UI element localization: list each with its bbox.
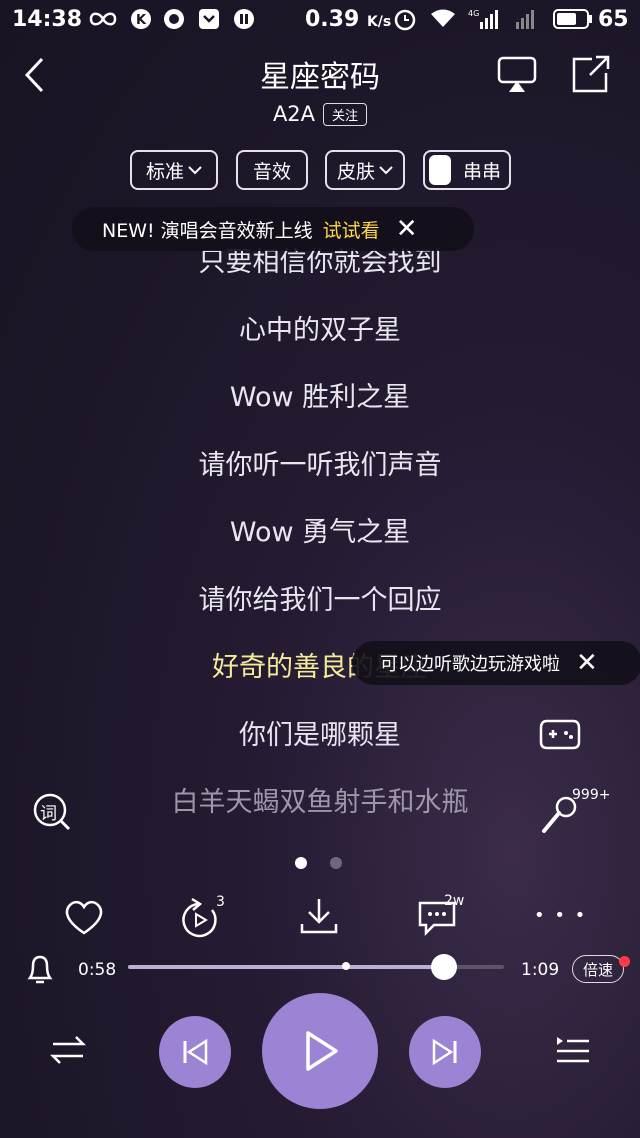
- lyrics-search-icon[interactable]: 词: [32, 792, 72, 832]
- progress-track[interactable]: [128, 954, 504, 980]
- status-bar: 14:38 K 0.39 K/s 4G 65: [0, 0, 640, 40]
- chevron-down-icon: [188, 166, 202, 175]
- network-speed: 0.39 K/s: [305, 7, 391, 32]
- game-tip-close-icon[interactable]: ✕: [576, 648, 598, 678]
- replay-count: 3: [216, 894, 225, 910]
- play-icon: [306, 1031, 338, 1071]
- more-options-icon[interactable]: • • •: [534, 905, 587, 926]
- wifi-icon: [431, 9, 455, 27]
- lyric-icon-char: 词: [40, 804, 57, 824]
- sound-effect-button[interactable]: 音效: [236, 150, 308, 190]
- status-time: 14:38: [12, 7, 83, 32]
- playback-speed-button[interactable]: 倍速: [572, 955, 624, 983]
- lyric-line: Wow 勇气之星: [229, 517, 411, 548]
- toggle-knob: [429, 155, 451, 185]
- progress-thumb[interactable]: [431, 954, 457, 980]
- playlist-icon[interactable]: [555, 1033, 591, 1067]
- follow-button[interactable]: 关注: [323, 102, 368, 126]
- elapsed-time: 0:58: [78, 960, 117, 980]
- alarm-icon: [394, 9, 416, 31]
- previous-button[interactable]: [159, 1016, 231, 1088]
- new-feature-toast: NEW! 演唱会音效新上线 试试看 ✕: [72, 207, 474, 251]
- quality-label: 标准: [145, 160, 184, 183]
- previous-icon: [183, 1038, 208, 1066]
- next-button[interactable]: [409, 1016, 481, 1088]
- download-icon[interactable]: [299, 896, 339, 936]
- comment-count: 2w: [444, 893, 465, 909]
- lyric-line: 心中的双子星: [239, 315, 401, 346]
- quality-dropdown[interactable]: 标准: [130, 150, 218, 190]
- shuffle-order-icon[interactable]: [50, 1033, 86, 1067]
- infinity-icon: [89, 12, 117, 26]
- share-icon[interactable]: [570, 55, 612, 95]
- pager-dot[interactable]: [330, 857, 342, 869]
- next-icon: [432, 1038, 457, 1066]
- sound-effect-label: 音效: [252, 160, 291, 183]
- lyric-line: 请你给我们一个回应: [198, 585, 442, 616]
- playback-speed-label: 倍速: [582, 960, 613, 979]
- cast-icon[interactable]: [496, 55, 538, 95]
- signal-4g-icon: 4G: [468, 9, 498, 29]
- karaoke-button[interactable]: 999+: [540, 785, 610, 835]
- app-pocket-icon: [199, 9, 219, 29]
- toast-try-link[interactable]: 试试看: [323, 216, 380, 243]
- bell-icon[interactable]: [25, 952, 55, 986]
- signal-icon: [516, 10, 534, 29]
- play-button[interactable]: [262, 993, 378, 1109]
- chevron-down-icon: [379, 166, 393, 175]
- total-time: 1:09: [521, 960, 560, 980]
- lyric-line: 请你听一听我们声音: [198, 450, 442, 481]
- progress-fill: [128, 965, 444, 969]
- red-dot-badge: [619, 956, 630, 967]
- battery-level: 65: [598, 7, 629, 32]
- toast-close-icon[interactable]: ✕: [396, 214, 418, 244]
- artist-row: A2A 关注: [0, 102, 640, 126]
- chuan-toggle[interactable]: 串串: [423, 150, 511, 190]
- skin-dropdown[interactable]: 皮肤: [325, 150, 405, 190]
- battery-icon: [553, 9, 592, 29]
- gamepad-icon[interactable]: [539, 716, 581, 750]
- skin-label: 皮肤: [336, 160, 375, 183]
- game-tip-popup: 可以边听歌边玩游戏啦 ✕: [352, 641, 640, 685]
- game-tip-text: 可以边听歌边玩游戏啦: [380, 654, 560, 675]
- toast-text: NEW! 演唱会音效新上线: [102, 219, 313, 242]
- lyric-line: Wow 胜利之星: [229, 382, 411, 413]
- network-speed-unit: K/s: [366, 14, 392, 30]
- artist-name[interactable]: A2A: [273, 102, 315, 126]
- svg-text:K: K: [136, 13, 147, 28]
- svg-text:4G: 4G: [468, 9, 479, 18]
- buffer-marker: [342, 962, 350, 970]
- comments-button[interactable]: 2w: [416, 893, 468, 939]
- network-speed-value: 0.39: [305, 7, 360, 32]
- like-heart-icon[interactable]: [62, 897, 106, 937]
- replay-button[interactable]: 3: [178, 894, 228, 940]
- karaoke-badge: 999+: [572, 787, 611, 803]
- app-k-icon: K: [131, 9, 151, 29]
- chuan-label: 串串: [463, 160, 502, 183]
- app-pause-icon: [234, 9, 254, 29]
- pager-dot-active[interactable]: [295, 857, 307, 869]
- song-title: 星座密码: [260, 60, 380, 95]
- app-face-icon: [164, 9, 184, 29]
